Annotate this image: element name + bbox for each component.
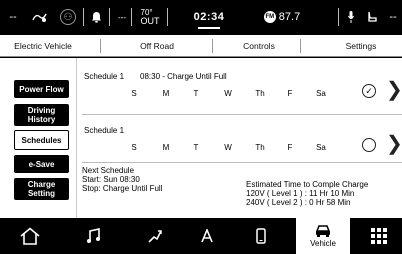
phone-icon[interactable] bbox=[246, 218, 276, 254]
dashes-left: -- bbox=[9, 11, 17, 23]
next-schedule-stop: Stop: Charge Until Full bbox=[82, 184, 163, 193]
day-sunday: S bbox=[131, 143, 137, 152]
charge-estimate-info: Estimated Time to Comple Charge 120V ( L… bbox=[246, 180, 368, 207]
sidebar-item-power-flow[interactable]: Power Flow bbox=[14, 80, 69, 98]
chevron-right-icon[interactable]: ❯ bbox=[386, 134, 402, 154]
seat-heat-icon[interactable] bbox=[365, 0, 379, 34]
chevron-right-icon[interactable]: ❯ bbox=[386, 80, 402, 100]
day-sunday: S bbox=[131, 89, 137, 98]
radio-station: 87.7 bbox=[278, 11, 301, 23]
navigation-icon[interactable] bbox=[140, 218, 170, 254]
tab-bar: Electric Vehicle Off Road Controls Setti… bbox=[0, 35, 402, 57]
day-wednesday: W bbox=[224, 89, 232, 98]
day-tuesday: T bbox=[193, 89, 199, 98]
vehicle-nav-label: Vehicle bbox=[310, 239, 336, 248]
music-icon[interactable] bbox=[78, 218, 108, 254]
schedules-panel: Power Flow Driving History Schedules e-S… bbox=[0, 58, 402, 218]
dashes-right: -- bbox=[389, 11, 397, 23]
schedule-row-1[interactable]: Schedule 1 08:30 - Charge Until Full S M… bbox=[82, 72, 402, 128]
schedule-enabled-checkbox[interactable]: ✓ bbox=[362, 84, 376, 98]
bottom-nav: Vehicle bbox=[0, 218, 402, 254]
fm-badge: FM bbox=[263, 11, 276, 23]
schedule-description: 08:30 - Charge Until Full bbox=[140, 72, 227, 81]
tab-settings[interactable]: Settings bbox=[320, 35, 402, 57]
climate-icon[interactable] bbox=[30, 0, 50, 34]
day-tuesday: T bbox=[193, 143, 199, 152]
status-bar: -- ⚇ --- 70° OUT 02:34 FM 87.7 -- bbox=[0, 0, 402, 34]
tab-controls[interactable]: Controls bbox=[220, 35, 298, 57]
radio-status[interactable]: FM 87.7 bbox=[262, 0, 302, 34]
sidebar-item-e-save[interactable]: e-Save bbox=[14, 155, 69, 173]
day-friday: F bbox=[287, 89, 293, 98]
row-divider bbox=[82, 162, 402, 163]
schedule-title: Schedule 1 bbox=[84, 126, 125, 135]
day-saturday: Sa bbox=[316, 89, 326, 98]
day-saturday: Sa bbox=[316, 143, 326, 152]
day-thursday: Th bbox=[255, 89, 265, 98]
day-thursday: Th bbox=[255, 143, 265, 152]
estimate-heading: Estimated Time to Comple Charge bbox=[246, 180, 369, 189]
day-wednesday: W bbox=[224, 143, 232, 152]
sidebar-item-driving-history[interactable]: Driving History bbox=[14, 104, 69, 126]
day-friday: F bbox=[287, 143, 293, 152]
day-monday: M bbox=[162, 89, 170, 98]
car-icon bbox=[315, 225, 331, 237]
app-grid-icon[interactable] bbox=[364, 218, 394, 254]
panel-divider bbox=[76, 58, 77, 218]
apps-a-icon[interactable] bbox=[192, 218, 222, 254]
estimate-level-2: 240V ( Level 2 ) : 0 Hr 58 Min bbox=[246, 198, 351, 207]
sidebar-item-charge-setting[interactable]: Charge Setting bbox=[14, 178, 69, 200]
climate-dashes: --- bbox=[118, 12, 126, 22]
vehicle-nav-button[interactable]: Vehicle bbox=[296, 218, 350, 254]
profile-icon[interactable]: ⚇ bbox=[58, 0, 78, 34]
outside-temperature: 70° OUT bbox=[140, 8, 160, 26]
tab-off-road[interactable]: Off Road bbox=[118, 35, 196, 57]
microphone-icon[interactable] bbox=[345, 0, 357, 34]
notification-bell-icon[interactable] bbox=[88, 0, 104, 34]
clock-underline bbox=[198, 27, 220, 29]
schedule-enabled-checkbox[interactable] bbox=[362, 138, 376, 152]
sidebar-item-schedules[interactable]: Schedules bbox=[14, 130, 69, 150]
estimate-level-1: 120V ( Level 1 ) : 11 Hr 10 Min bbox=[246, 189, 355, 198]
schedule-title: Schedule 1 bbox=[84, 72, 125, 81]
next-schedule-start: Start: Sun 08:30 bbox=[82, 175, 140, 184]
next-schedule-info: Next Schedule Start: Sun 08:30 Stop: Cha… bbox=[82, 166, 162, 193]
tab-electric-vehicle[interactable]: Electric Vehicle bbox=[0, 35, 86, 57]
next-schedule-heading: Next Schedule bbox=[82, 166, 135, 175]
row-divider bbox=[82, 114, 402, 115]
day-monday: M bbox=[162, 143, 170, 152]
home-icon[interactable] bbox=[12, 218, 48, 254]
